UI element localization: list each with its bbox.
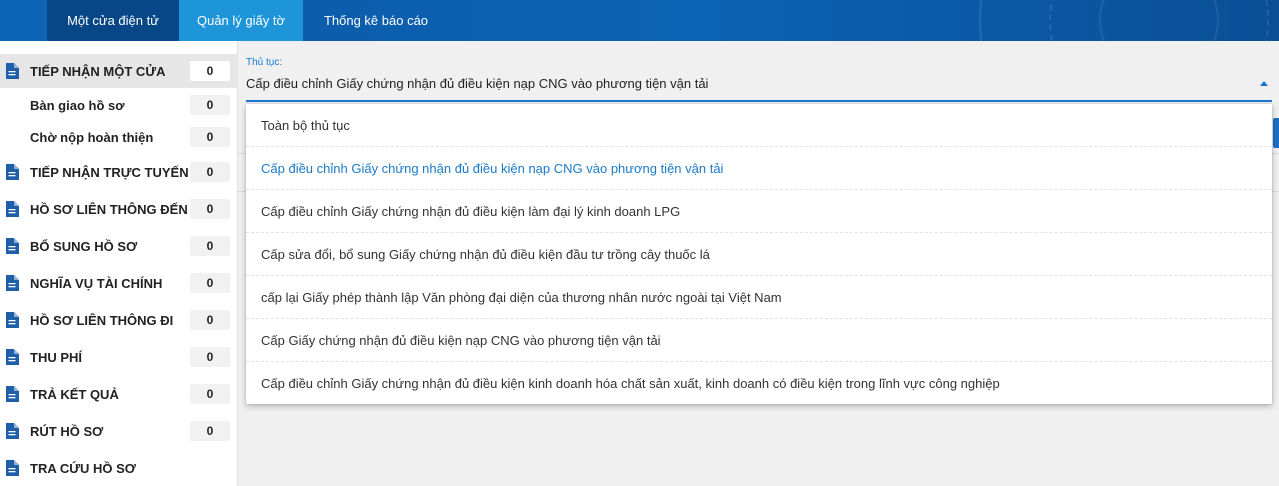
top-navbar: Một cửa điện tử Quản lý giấy tờ Thống kê…	[0, 0, 1279, 41]
sidebar-item-label: TRẢ KẾT QUẢ	[30, 386, 119, 402]
dropdown-option[interactable]: cấp lại Giấy phép thành lập Văn phòng đạ…	[246, 276, 1272, 319]
sidebar-item-label: TIẾP NHẬN MỘT CỬA	[30, 63, 166, 79]
document-icon	[6, 238, 19, 254]
sidebar-item-thu-phi[interactable]: THU PHÍ 0	[0, 340, 238, 374]
sidebar-item-rut-ho-so[interactable]: RÚT HỒ SƠ 0	[0, 414, 238, 448]
dropdown-option[interactable]: Cấp điều chỉnh Giấy chứng nhận đủ điều k…	[246, 362, 1272, 405]
dropdown-option[interactable]: Toàn bộ thủ tục	[246, 104, 1272, 147]
document-icon	[6, 386, 19, 402]
sidebar-item-bo-sung-ho-so[interactable]: BỔ SUNG HỒ SƠ 0	[0, 229, 238, 263]
document-icon	[6, 63, 19, 79]
procedure-select-value[interactable]: Cấp điều chỉnh Giấy chứng nhận đủ điều k…	[246, 76, 708, 91]
count-badge: 0	[190, 61, 230, 81]
sidebar-item-label: NGHĨA VỤ TÀI CHÍNH	[30, 275, 163, 291]
caret-up-icon[interactable]	[1260, 81, 1268, 86]
count-badge: 0	[190, 421, 230, 441]
procedure-select[interactable]: Thủ tục: Cấp điều chỉnh Giấy chứng nhận …	[246, 51, 1272, 103]
sidebar-item-label: HỒ SƠ LIÊN THÔNG ĐẾN	[30, 201, 188, 217]
search-button-partial[interactable]	[1273, 118, 1279, 148]
dropdown-option-selected[interactable]: Cấp điều chỉnh Giấy chứng nhận đủ điều k…	[246, 147, 1272, 190]
tab-quan-ly-giay-to[interactable]: Quản lý giấy tờ	[179, 0, 303, 41]
sidebar-item-label: THU PHÍ	[30, 349, 82, 365]
sidebar-item-tra-ket-qua[interactable]: TRẢ KẾT QUẢ 0	[0, 377, 238, 411]
document-icon	[6, 275, 19, 291]
count-badge: 0	[190, 310, 230, 330]
procedure-select-label: Thủ tục:	[246, 57, 283, 68]
sidebar-item-label: Bàn giao hồ sơ	[30, 97, 125, 113]
count-badge: 0	[190, 199, 230, 219]
tab-thong-ke-bao-cao[interactable]: Thống kê báo cáo	[303, 0, 449, 41]
sidebar-item-tiep-nhan-mot-cua[interactable]: TIẾP NHẬN MỘT CỬA 0	[0, 54, 238, 88]
sidebar-item-cho-nop-hoan-thien[interactable]: Chờ nộp hoàn thiện 0	[0, 120, 238, 154]
document-icon	[6, 423, 19, 439]
sidebar-item-label: TIẾP NHẬN TRỰC TUYẾN	[30, 164, 189, 180]
count-badge: 0	[190, 127, 230, 147]
sidebar-item-ban-giao-ho-so[interactable]: Bàn giao hồ sơ 0	[0, 88, 238, 122]
document-icon	[6, 164, 19, 180]
dropdown-option[interactable]: Cấp sửa đổi, bổ sung Giấy chứng nhận đủ …	[246, 233, 1272, 276]
dropdown-option[interactable]: Cấp điều chỉnh Giấy chứng nhận đủ điều k…	[246, 190, 1272, 233]
document-icon	[6, 312, 19, 328]
tab-mot-cua-dien-tu[interactable]: Một cửa điện tử	[47, 0, 179, 41]
sidebar: TIẾP NHẬN MỘT CỬA 0 Bàn giao hồ sơ 0 Chờ…	[0, 41, 238, 486]
count-badge: 0	[190, 347, 230, 367]
sidebar-item-label: Chờ nộp hoàn thiện	[30, 129, 154, 145]
sidebar-item-ho-so-lien-thong-den[interactable]: HỒ SƠ LIÊN THÔNG ĐẾN 0	[0, 192, 238, 226]
count-badge: 0	[190, 273, 230, 293]
sidebar-item-tra-cuu-ho-so[interactable]: TRA CỨU HỒ SƠ	[0, 451, 238, 485]
count-badge: 0	[190, 95, 230, 115]
document-icon	[6, 349, 19, 365]
document-icon	[6, 201, 19, 217]
count-badge: 0	[190, 236, 230, 256]
count-badge: 0	[190, 384, 230, 404]
count-badge: 0	[190, 162, 230, 182]
sidebar-item-label: BỔ SUNG HỒ SƠ	[30, 238, 138, 254]
sidebar-item-label: HỒ SƠ LIÊN THÔNG ĐI	[30, 312, 174, 328]
emblem-decoration-core	[1099, 0, 1219, 41]
dropdown-option[interactable]: Cấp Giấy chứng nhận đủ điều kiện nạp CNG…	[246, 319, 1272, 362]
sidebar-item-nghia-vu-tai-chinh[interactable]: NGHĨA VỤ TÀI CHÍNH 0	[0, 266, 238, 300]
nav-left-strip	[0, 0, 47, 41]
document-icon	[6, 460, 19, 476]
select-underline	[246, 100, 1272, 102]
sidebar-item-label: TRA CỨU HỒ SƠ	[30, 460, 136, 476]
procedure-dropdown: Toàn bộ thủ tục Cấp điều chỉnh Giấy chứn…	[246, 104, 1272, 404]
sidebar-item-tiep-nhan-truc-tuyen[interactable]: TIẾP NHẬN TRỰC TUYẾN 0	[0, 155, 238, 189]
sidebar-item-ho-so-lien-thong-di[interactable]: HỒ SƠ LIÊN THÔNG ĐI 0	[0, 303, 238, 337]
sidebar-item-label: RÚT HỒ SƠ	[30, 423, 104, 439]
